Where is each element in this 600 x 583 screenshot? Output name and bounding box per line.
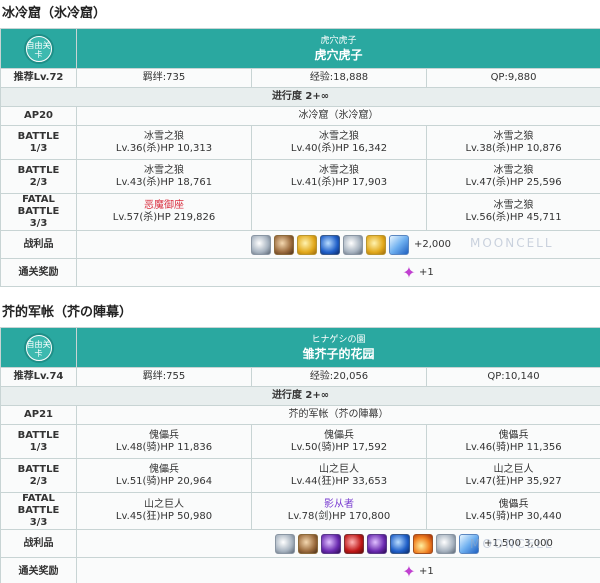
drop-item-silver-icon[interactable] [251,234,271,255]
enemy-cell: 冰雪之狼 Lv.47(杀)HP 25,596 [425,159,600,194]
enemy-cell: 冰雪之狼 Lv.40(杀)HP 16,342 [251,125,427,160]
progress-row: 进行度 2+∞ [0,87,600,107]
drop-item-purple-icon[interactable] [321,533,341,554]
enemy-cell: 冰雪之狼 Lv.56(杀)HP 45,711 [425,193,600,231]
bond-value: 羁绊:755 [76,367,252,387]
exp-value: 经验:18,888 [251,68,427,88]
reward-cell: ✦ +1 [75,557,600,583]
drop-item-silver-icon[interactable] [436,533,456,554]
watermark: MOONCELL [470,236,554,250]
reward-label: 通关奖励 [0,557,77,583]
battle-label: BATTLE 1/3 [0,424,77,459]
quest-section-2-title: 芥的军帐（芥の陣幕） [2,305,133,320]
free-quest-logo: 自由关卡 [0,327,77,368]
boss-name-link[interactable]: 恶魔御座 [77,200,251,212]
quest-name: 雏芥子的花园 [302,346,375,361]
quest-header: ヒナゲシの園 雏芥子的花园 [75,327,600,368]
reward-value: +1 [419,266,434,278]
drop-item-purple-icon[interactable] [367,533,387,554]
drop-item-silver-icon[interactable] [343,234,363,255]
drops-label: 战利品 [0,230,77,259]
enemy-cell: 冰雪之狼 Lv.36(杀)HP 10,313 [76,125,252,160]
bond-value: 羁绊:735 [76,68,252,88]
battle-label: BATTLE 2/3 [0,159,77,194]
boss-enemy-cell: 恶魔御座 Lv.57(杀)HP 219,826 [76,193,252,231]
drop-item-gold-icon[interactable] [297,234,317,255]
drop-item-blue-icon[interactable] [320,234,340,255]
enemy-cell: 傀儡兵 Lv.45(骑)HP 30,440 [425,492,600,530]
drops-qp: +2,000 [414,238,452,250]
enemy-cell: 冰雪之狼 Lv.38(杀)HP 10,876 [425,125,600,160]
ap-cost: AP21 [0,405,77,425]
quest-subtitle: 虎穴虎子 [320,35,357,46]
battle-label: FATAL BATTLE 3/3 [0,492,77,530]
ap-cost: AP20 [0,106,77,126]
drop-item-silver-icon[interactable] [275,533,295,554]
quest-location: 冰冷窟（氷冷窟） [75,106,600,126]
free-quest-badge-icon: 自由关卡 [25,334,52,361]
drop-item-bronze-icon[interactable] [298,533,318,554]
drop-item-crystal-icon[interactable] [389,234,409,255]
enemy-cell: 冰雪之狼 Lv.41(杀)HP 17,903 [251,159,427,194]
drop-item-fire-icon[interactable] [413,533,433,554]
shadow-servant-cell: 影从者 Lv.78(剑)HP 170,800 [251,492,427,530]
drop-item-red-icon[interactable] [344,533,364,554]
enemy-cell: 山之巨人 Lv.45(狂)HP 50,980 [76,492,252,530]
free-quest-logo: 自由关卡 [0,28,77,69]
drops-label: 战利品 [0,529,77,558]
enemy-cell: 傀儡兵 Lv.51(骑)HP 20,964 [76,458,252,493]
drop-item-blue-icon[interactable] [390,533,410,554]
recommended-level: 推荐Lv.74 [0,367,77,387]
recommended-level: 推荐Lv.72 [0,68,77,88]
qp-value: QP:9,880 [425,68,600,88]
enemy-cell [251,193,427,231]
progress-row: 进行度 2+∞ [0,386,600,406]
battle-label: BATTLE 1/3 [0,125,77,160]
reward-label: 通关奖励 [0,258,77,287]
free-quest-badge-icon: 自由关卡 [25,35,52,62]
battle-label: BATTLE 2/3 [0,458,77,493]
enemy-cell: 傀儡兵 Lv.50(骑)HP 17,592 [251,424,427,459]
quest-section-1-title: 冰冷窟（氷冷窟） [2,6,107,21]
quest-location: 芥的军帐（芥の陣幕） [75,405,600,425]
drop-item-bronze-icon[interactable] [274,234,294,255]
shadow-servant-link[interactable]: 影从者 [252,499,426,511]
enemy-cell: 傀儡兵 Lv.46(骑)HP 11,356 [425,424,600,459]
saint-quartz-icon: ✦ [402,262,416,282]
enemy-cell: 傀儡兵 Lv.48(骑)HP 11,836 [76,424,252,459]
quest-header: 虎穴虎子 虎穴虎子 [75,28,600,69]
quest-subtitle: ヒナゲシの園 [311,334,366,345]
watermark: MOONCELL [470,537,554,551]
reward-cell: ✦ +1 [75,258,600,287]
quest-name: 虎穴虎子 [314,47,363,62]
reward-value: +1 [419,565,434,577]
drop-item-gold-icon[interactable] [366,234,386,255]
saint-quartz-icon: ✦ [402,561,416,581]
qp-value: QP:10,140 [425,367,600,387]
enemy-cell: 山之巨人 Lv.47(狂)HP 35,927 [425,458,600,493]
enemy-cell: 冰雪之狼 Lv.43(杀)HP 18,761 [76,159,252,194]
battle-label: FATAL BATTLE 3/3 [0,193,77,231]
exp-value: 经验:20,056 [251,367,427,387]
enemy-cell: 山之巨人 Lv.44(狂)HP 33,653 [251,458,427,493]
